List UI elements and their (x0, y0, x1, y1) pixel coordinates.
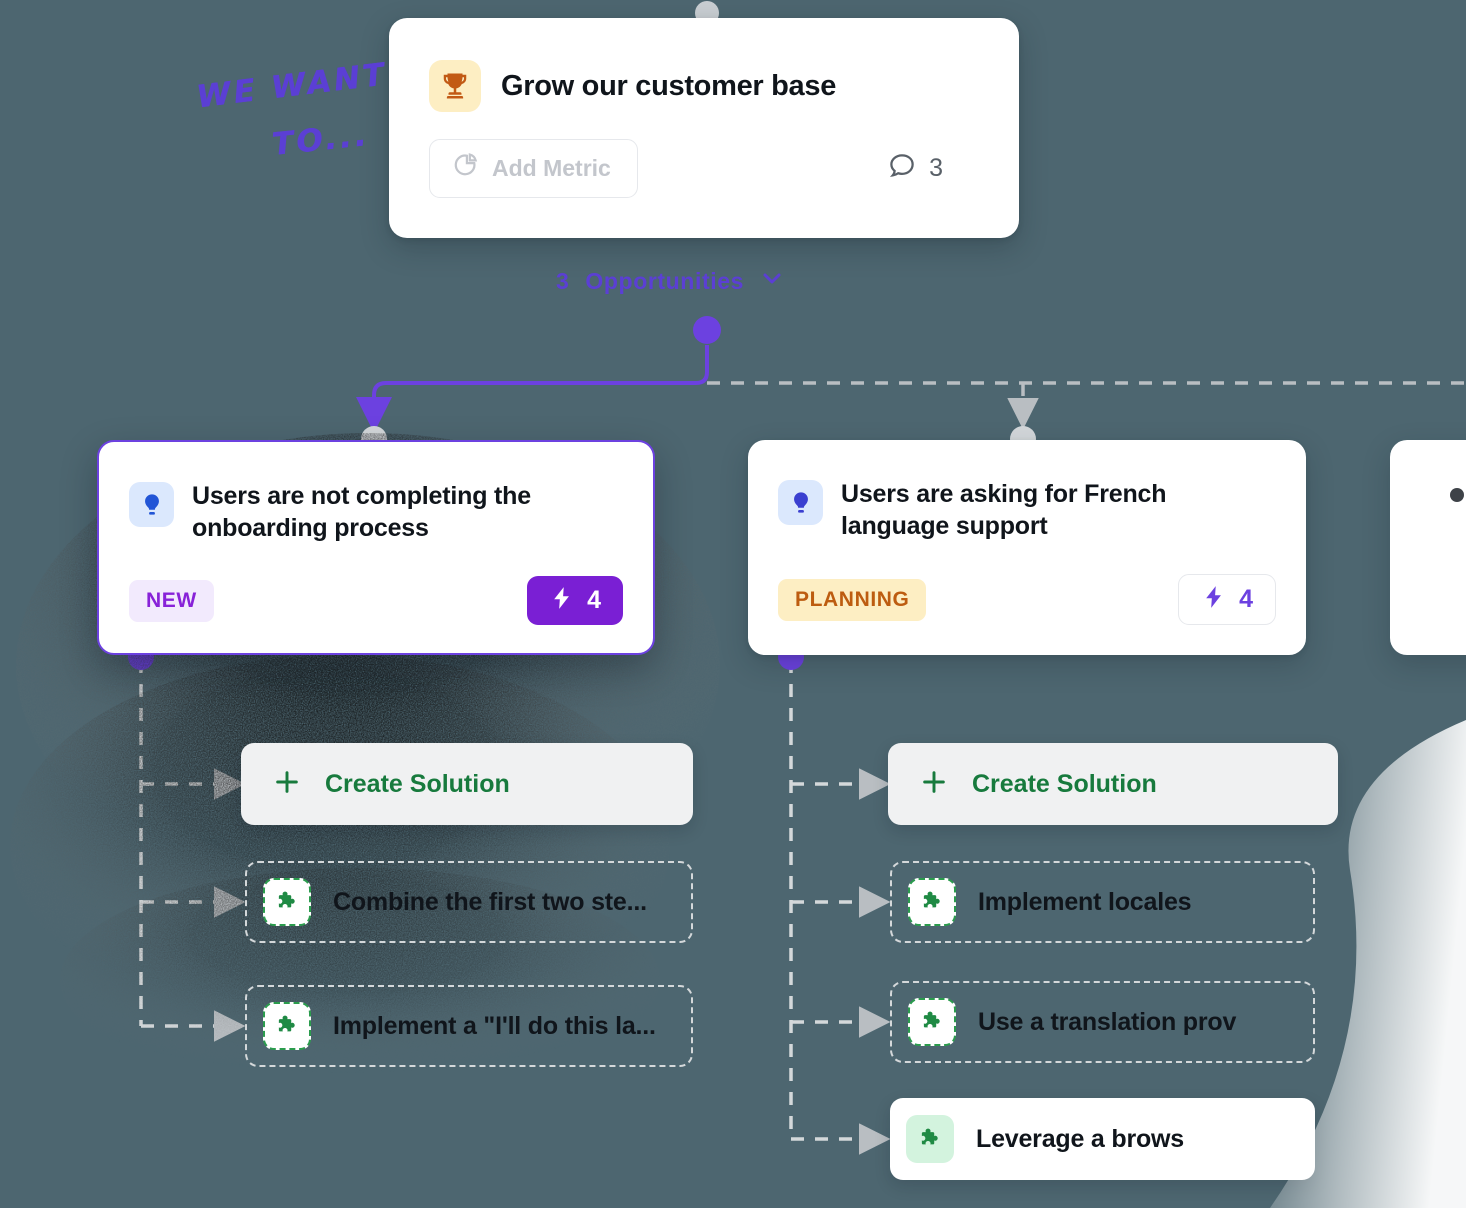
create-solution-label: Create Solution (325, 769, 510, 798)
status-badge: NEW (129, 579, 214, 622)
opportunity-card-2[interactable]: Users are asking for French language sup… (748, 440, 1306, 655)
solution-row[interactable]: Use a translation prov (890, 981, 1315, 1063)
solution-row[interactable]: Leverage a brows (890, 1098, 1315, 1180)
solution-label: Leverage a brows (976, 1124, 1185, 1153)
opportunity-2-title: Users are asking for French language sup… (841, 480, 1167, 540)
opportunity-1-footer: NEW 4 (129, 576, 623, 625)
create-solution-button-1[interactable]: Create Solution (241, 743, 693, 825)
goal-card[interactable]: Grow our customer base Add Metric 3 (389, 18, 1019, 238)
pie-chart-icon (450, 152, 478, 185)
status-badge: PLANNING (778, 578, 927, 621)
node-handle-hub (693, 316, 721, 344)
add-metric-button[interactable]: Add Metric (429, 139, 638, 198)
opportunity-card-1[interactable]: Users are not completing the onboarding … (97, 440, 655, 655)
puzzle-piece-icon (908, 878, 956, 926)
opportunity-card-3-clipped[interactable] (1390, 440, 1466, 655)
puzzle-piece-icon (906, 1115, 954, 1163)
create-solution-label: Create Solution (972, 769, 1157, 798)
handwritten-annotation-line-1: WE WANT (194, 56, 389, 116)
impact-value: 4 (1239, 585, 1253, 613)
impact-value: 4 (587, 586, 601, 614)
goal-title: Grow our customer base (501, 69, 837, 102)
add-metric-label: Add Metric (492, 155, 611, 181)
opportunity-2-header: Users are asking for French language sup… (778, 478, 1276, 542)
solution-row[interactable]: Combine the first two ste... (245, 861, 693, 943)
comment-bubble-icon (887, 151, 917, 186)
lightbulb-icon (778, 480, 823, 525)
clipped-card-dot (1450, 488, 1464, 502)
handwritten-annotation-line-2: TO... (270, 117, 371, 163)
lightning-bolt-icon (549, 585, 575, 616)
impact-badge[interactable]: 4 (527, 576, 623, 625)
solution-label: Use a translation prov (978, 1007, 1237, 1036)
solution-row[interactable]: Implement a "I'll do this la... (245, 985, 693, 1067)
opportunities-label: Opportunities (585, 267, 744, 294)
opportunity-2-footer: PLANNING 4 (778, 574, 1276, 625)
impact-badge[interactable]: 4 (1178, 574, 1276, 625)
plus-icon (271, 766, 303, 803)
plus-icon (918, 766, 950, 803)
puzzle-piece-icon (263, 878, 311, 926)
solution-label: Implement a "I'll do this la... (333, 1011, 656, 1040)
goal-footer: Add Metric 3 (429, 139, 979, 198)
trophy-icon (429, 60, 481, 112)
puzzle-piece-icon (263, 1002, 311, 1050)
comment-count-group[interactable]: 3 (887, 151, 943, 186)
lightning-bolt-icon (1201, 584, 1227, 615)
chevron-down-icon[interactable] (760, 266, 784, 296)
comment-count: 3 (929, 154, 943, 182)
puzzle-piece-icon (908, 998, 956, 1046)
opportunity-1-header: Users are not completing the onboarding … (129, 480, 623, 544)
opportunities-toggle[interactable]: 3 Opportunities (556, 266, 784, 296)
opportunity-1-title: Users are not completing the onboarding … (192, 482, 531, 542)
solution-label: Combine the first two ste... (333, 887, 647, 916)
goal-header: Grow our customer base (429, 60, 979, 112)
create-solution-button-2[interactable]: Create Solution (888, 743, 1338, 825)
opportunities-count: 3 (556, 267, 570, 294)
wire-goal-to-opp1 (356, 345, 709, 433)
board-canvas: WE WANT TO... Grow our customer base Add… (0, 0, 1466, 1208)
solution-row[interactable]: Implement locales (890, 861, 1315, 943)
solution-label: Implement locales (978, 887, 1192, 916)
lightbulb-icon (129, 482, 174, 527)
